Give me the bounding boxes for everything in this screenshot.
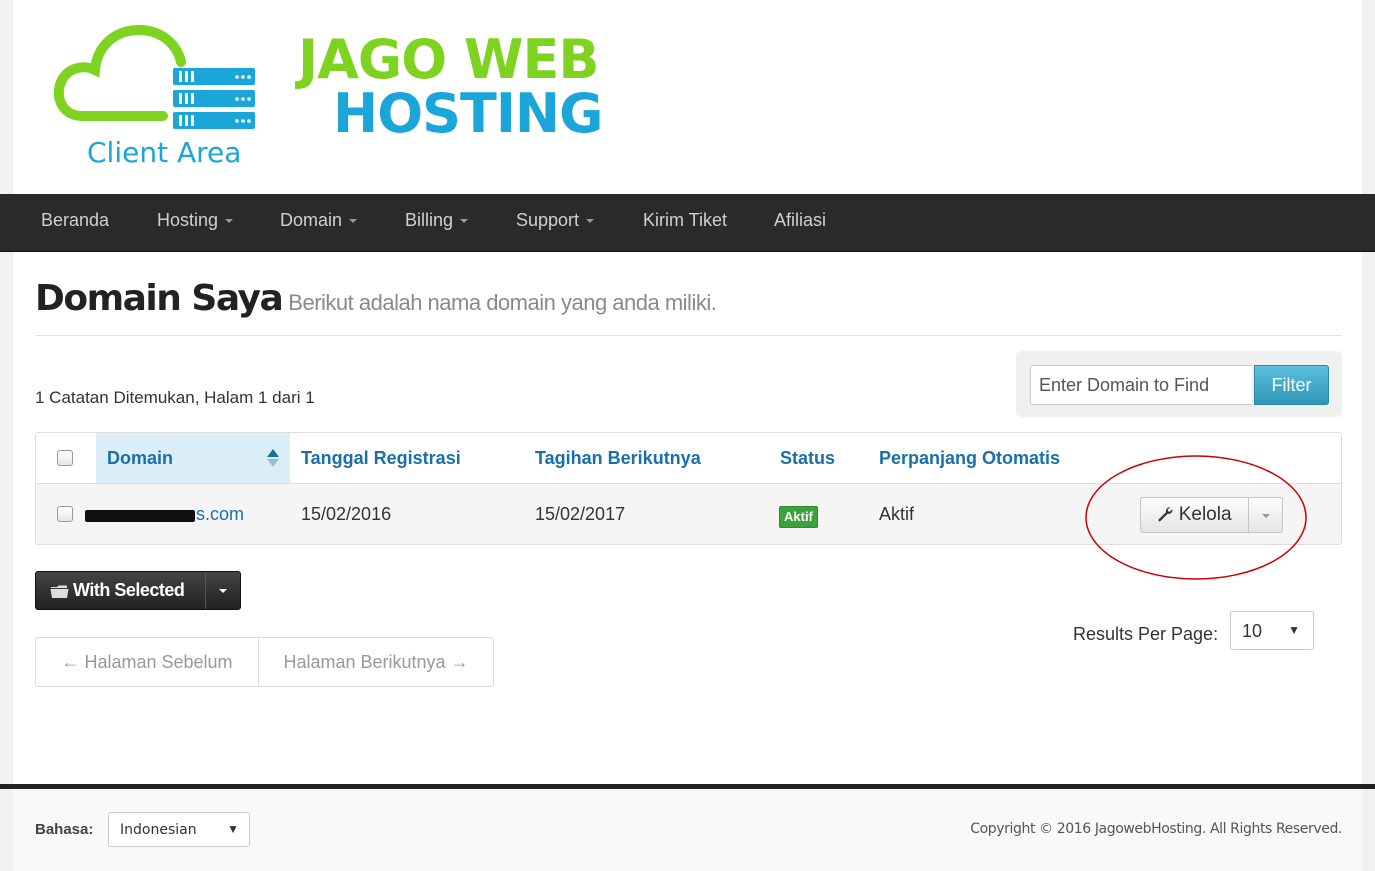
wrench-icon	[1158, 507, 1173, 522]
folder-icon	[50, 585, 69, 598]
with-selected-button[interactable]: With Selected	[35, 571, 241, 610]
chevron-down-icon: ▼	[227, 822, 239, 836]
chevron-down-icon	[586, 219, 595, 224]
logo-title-line2: HOSTING	[333, 82, 603, 145]
copyright-text: Copyright © 2016 JagowebHosting. All Rig…	[970, 821, 1342, 837]
row-checkbox[interactable]	[57, 506, 73, 522]
header-divider	[35, 335, 1342, 336]
chevron-down-icon	[1262, 514, 1270, 518]
chevron-down-icon	[225, 219, 234, 224]
status-badge: Aktif	[779, 506, 818, 528]
manage-button[interactable]: Kelola	[1140, 497, 1249, 533]
nav-item-billing[interactable]: Billing	[405, 194, 469, 251]
with-selected-label: With Selected	[73, 580, 185, 600]
cloud-server-icon	[53, 24, 255, 129]
manage-dropdown-toggle[interactable]	[1248, 497, 1283, 533]
page-header: Domain Saya Berikut adalah nama domain ya…	[35, 278, 717, 319]
select-all-checkbox[interactable]	[57, 450, 73, 466]
chevron-down-icon[interactable]	[219, 589, 227, 593]
column-header-next-due[interactable]: Tagihan Berikutnya	[535, 448, 701, 469]
language-select[interactable]: Indonesian ▼	[108, 812, 250, 847]
domains-table: Domain Tanggal Registrasi Tagihan Beriku…	[35, 432, 1342, 545]
chevron-down-icon	[349, 219, 358, 224]
site-logo[interactable]: JAGO WEB HOSTING Client Area	[53, 18, 603, 178]
domain-link[interactable]: s.com	[196, 504, 244, 525]
nav-item-afiliasi[interactable]: Afiliasi	[774, 194, 826, 251]
pagination: ← Halaman Sebelum Halaman Berikutnya →	[35, 637, 494, 687]
column-header-domain[interactable]: Domain	[107, 448, 173, 469]
table-row: s.com 15/02/2016 15/02/2017 Aktif Aktif …	[36, 484, 1341, 544]
nav-item-hosting[interactable]: Hosting	[157, 194, 234, 251]
results-per-page-select[interactable]: 10 ▼	[1230, 611, 1314, 650]
chevron-down-icon	[460, 219, 469, 224]
pagination-previous[interactable]: ← Halaman Sebelum	[36, 638, 259, 686]
filter-button[interactable]: Filter	[1254, 365, 1329, 405]
column-header-registered[interactable]: Tanggal Registrasi	[301, 448, 461, 469]
pagination-next[interactable]: Halaman Berikutnya →	[259, 638, 493, 686]
footer: Bahasa: Indonesian ▼ Copyright © 2016 Ja…	[13, 789, 1362, 871]
chevron-down-icon: ▼	[1288, 623, 1300, 637]
nav-item-domain[interactable]: Domain	[280, 194, 358, 251]
logo-subtitle: Client Area	[87, 136, 242, 169]
column-header-status[interactable]: Status	[780, 448, 835, 469]
redaction-bar	[85, 510, 195, 522]
page-title: Domain Saya	[35, 278, 284, 319]
page-subtitle: Berikut adalah nama domain yang anda mil…	[288, 290, 717, 315]
nav-item-beranda[interactable]: Beranda	[41, 194, 109, 251]
results-per-page-label: Results Per Page:	[1073, 624, 1219, 644]
results-per-page-value: 10	[1242, 621, 1263, 641]
nav-item-kirim-tiket[interactable]: Kirim Tiket	[643, 194, 727, 251]
column-header-auto-renew[interactable]: Perpanjang Otomatis	[879, 448, 1060, 469]
records-info: 1 Catatan Ditemukan, Halam 1 dari 1	[35, 388, 315, 407]
with-selected-divider	[205, 572, 206, 609]
manage-button-label: Kelola	[1178, 504, 1232, 525]
next-due-date: 15/02/2017	[535, 504, 626, 524]
nav-item-support[interactable]: Support	[516, 194, 595, 251]
registered-date: 15/02/2016	[301, 504, 392, 524]
domain-search-input[interactable]	[1030, 365, 1252, 405]
main-navbar: Beranda Hosting Domain Billing Support K…	[0, 194, 1375, 252]
language-value: Indonesian	[120, 822, 197, 838]
sort-icon[interactable]	[266, 447, 280, 469]
table-header: Domain Tanggal Registrasi Tagihan Beriku…	[36, 433, 1341, 484]
auto-renew-value: Aktif	[879, 504, 915, 524]
language-label: Bahasa:	[35, 821, 94, 838]
